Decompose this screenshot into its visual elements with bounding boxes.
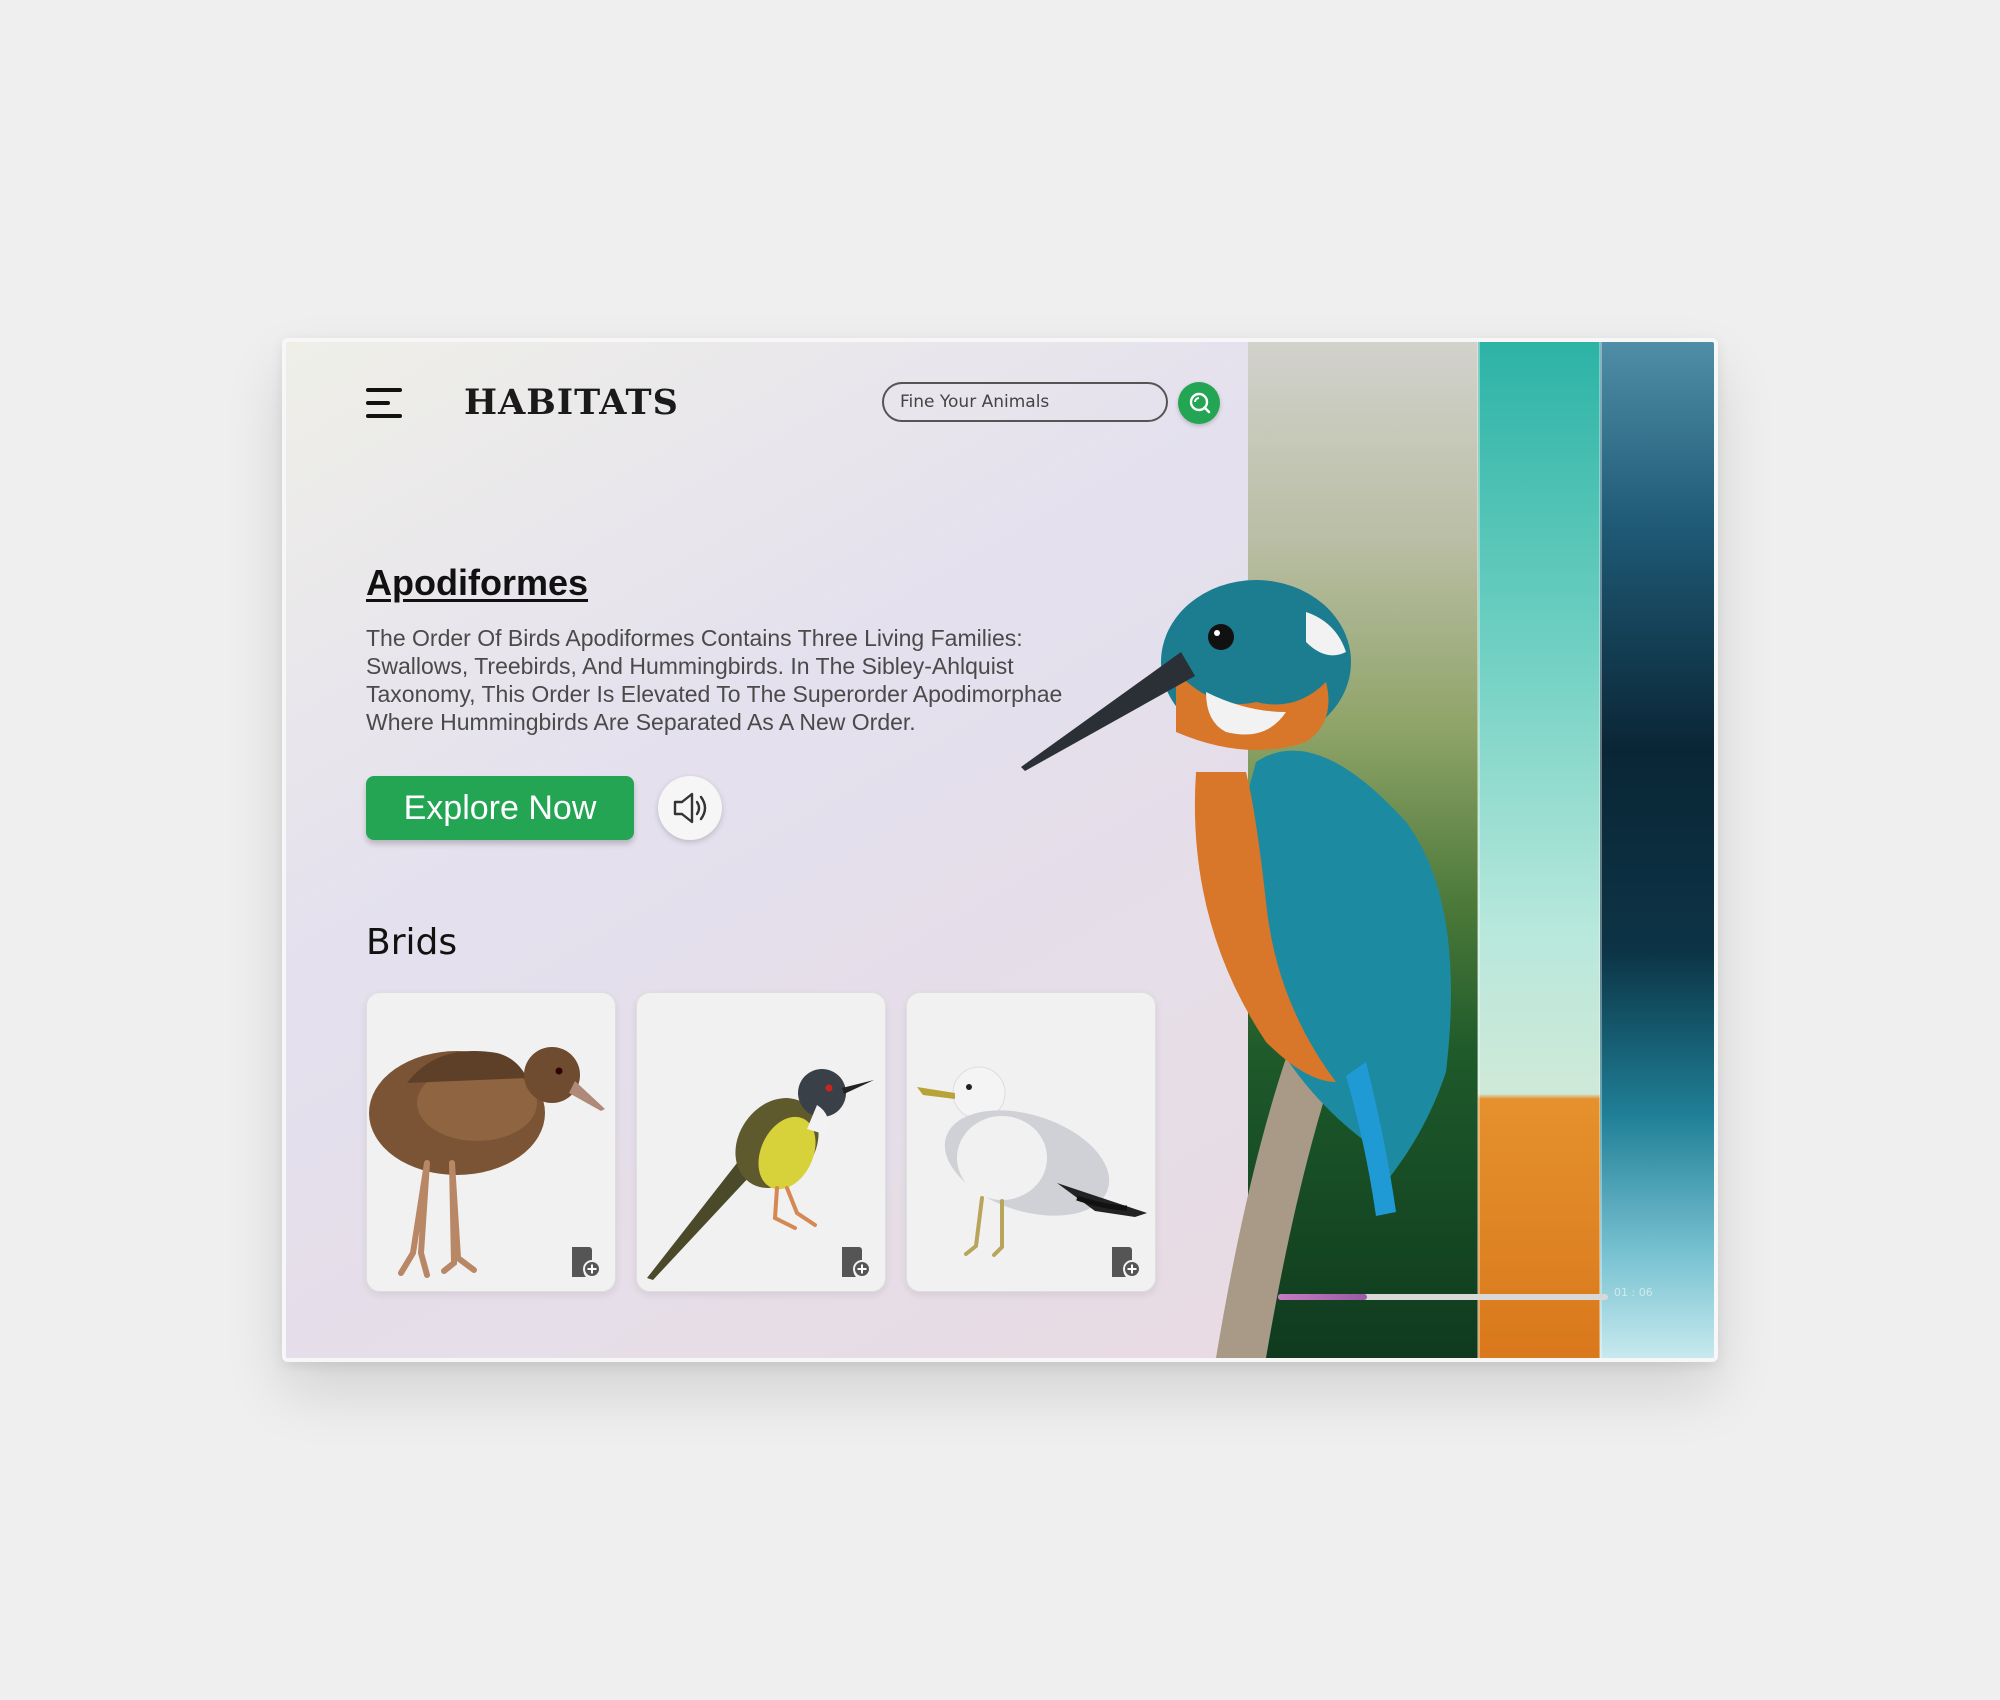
ocean-habitat-strip xyxy=(1600,342,1714,1358)
app-title: HABITATS xyxy=(464,382,679,423)
explore-now-button[interactable]: Explore Now xyxy=(366,776,634,840)
search-input[interactable] xyxy=(882,382,1168,422)
strip-divider xyxy=(1477,342,1480,1358)
sound-button[interactable] xyxy=(658,776,722,840)
app-window: HABITATS Apodiformes The Order Of Birds … xyxy=(282,338,1718,1362)
hamburger-menu-icon[interactable] xyxy=(366,386,406,422)
bookmark-add-icon[interactable] xyxy=(839,1245,871,1279)
search-button[interactable] xyxy=(1178,382,1220,424)
bookmark-add-icon[interactable] xyxy=(569,1245,601,1279)
speaker-icon xyxy=(673,792,707,824)
kingfisher-image xyxy=(1021,580,1451,1358)
progress-fill xyxy=(1278,1294,1368,1300)
hero-description: The Order Of Birds Apodiformes Contains … xyxy=(366,625,1063,735)
bird-card-weka[interactable] xyxy=(366,992,616,1292)
playback-time: 01 : 06 xyxy=(1614,1286,1653,1299)
strip-divider xyxy=(1599,342,1602,1358)
video-progress-bar[interactable] xyxy=(1278,1294,1608,1300)
desert-habitat-strip xyxy=(1478,342,1600,1358)
search-icon xyxy=(1189,392,1211,414)
birds-section-title: Brids xyxy=(366,922,458,963)
hero-title: Apodiformes xyxy=(366,562,589,603)
bird-card-prinia[interactable] xyxy=(636,992,886,1292)
